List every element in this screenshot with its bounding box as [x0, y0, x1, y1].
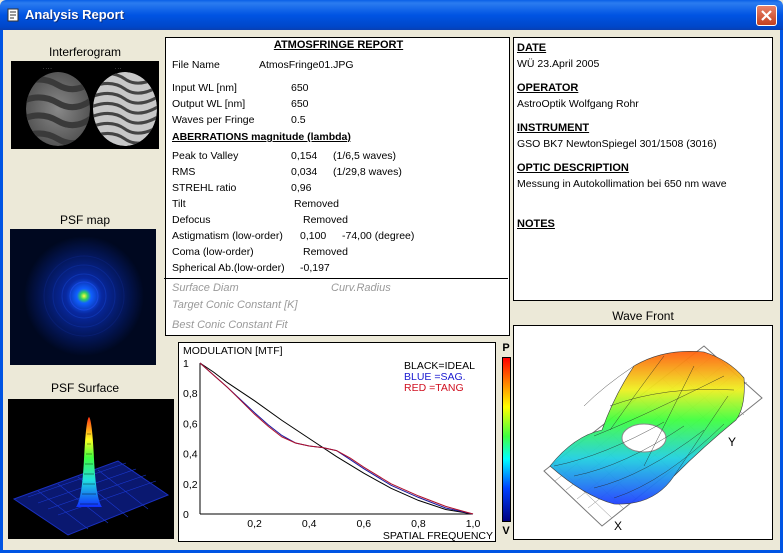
ptv-label: Peak to Valley — [172, 150, 239, 162]
coma-value: Removed — [303, 246, 348, 258]
mtf-x-axis-label: SPATIAL FREQUENCY — [383, 530, 493, 541]
curv-radius-label: Curv.Radius — [331, 282, 391, 294]
instrument-value: GSO BK7 NewtonSpiegel 301/1508 (3016) — [517, 138, 717, 150]
spherical-label: Spherical Ab.(low-order) — [172, 262, 285, 274]
mtf-title: MODULATION [MTF] — [183, 345, 283, 357]
wave-front-y-label: Y — [728, 435, 736, 449]
strehl-value: 0,96 — [291, 182, 312, 194]
mtf-y-tick-label: 1 — [183, 358, 189, 370]
file-name-value: AtmosFringe01.JPG — [259, 59, 354, 71]
wave-front-x-label: X — [614, 519, 622, 533]
date-value: WÜ 23.April 2005 — [517, 58, 600, 70]
mtf-x-tick-label: 1,0 — [466, 518, 481, 530]
mtf-x-tick-label: 0,8 — [411, 518, 426, 530]
input-wl-value: 650 — [291, 82, 309, 94]
mtf-legend-entry: RED =TANG — [404, 382, 464, 394]
waves-per-fringe-label: Waves per Fringe — [172, 114, 255, 126]
svg-text:· · · ·: · · · · — [43, 66, 52, 71]
report-panel: ATMOSFRINGE REPORT File Name AtmosFringe… — [164, 37, 510, 336]
mtf-y-tick-label: 0 — [183, 509, 189, 521]
psf-surface-label: PSF Surface — [50, 381, 120, 395]
notes-heading: NOTES — [517, 218, 555, 230]
mtf-chart: MODULATION [MTF] 0 0,2 0,4 0,6 0,8 1 0,2 0,4 0,6 0… — [183, 345, 493, 542]
close-icon — [761, 10, 772, 21]
psf-map-label: PSF map — [59, 213, 110, 227]
mtf-x-tick-label: 0,6 — [356, 518, 371, 530]
astigmatism-value: 0,100 — [300, 230, 327, 242]
mtf-x-tick-label: 0,2 — [247, 518, 262, 530]
colorbar-peak-label: P — [502, 342, 510, 354]
astigmatism-angle: -74,00 (degree) — [342, 230, 415, 242]
wave-front-panel: Y X — [513, 325, 773, 540]
colorbar-valley-label: V — [502, 525, 510, 537]
interferogram-image: · · · · · · · — [11, 61, 159, 149]
mtf-y-tick-label: 0,8 — [183, 388, 198, 400]
output-wl-value: 650 — [291, 98, 309, 110]
operator-value: AstroOptik Wolfgang Rohr — [517, 98, 639, 110]
waves-per-fringe-value: 0.5 — [291, 114, 306, 126]
surface-diam-label: Surface Diam — [172, 282, 239, 294]
window-titlebar[interactable]: Analysis Report — [0, 0, 783, 30]
svg-text:· · ·: · · · — [115, 66, 121, 71]
report-title: ATMOSFRINGE REPORT — [273, 39, 404, 51]
report-divider — [164, 278, 508, 279]
mtf-x-tick-label: 0,4 — [302, 518, 317, 530]
aberrations-heading: ABERRATIONS magnitude (lambda) — [172, 131, 351, 143]
spherical-value: -0,197 — [300, 262, 330, 274]
interferogram-label: Interferogram — [48, 45, 122, 59]
date-heading: DATE — [517, 42, 547, 54]
mtf-y-tick-label: 0,2 — [183, 479, 198, 491]
colorbar-gradient — [502, 357, 511, 522]
defocus-value: Removed — [303, 214, 348, 226]
output-wl-label: Output WL [nm] — [172, 98, 246, 110]
info-panel: DATE WÜ 23.April 2005 OPERATOR AstroOpti… — [513, 37, 773, 301]
mtf-y-tick-label: 0,6 — [183, 418, 198, 430]
window-title: Analysis Report — [25, 7, 124, 22]
instrument-heading: INSTRUMENT — [517, 122, 590, 134]
wave-front-surface: Y X — [543, 345, 763, 533]
psf-map-image — [10, 229, 156, 365]
best-conic-label: Best Conic Constant Fit — [172, 319, 288, 331]
coma-label: Coma (low-order) — [172, 246, 254, 258]
psf-surface-image — [8, 399, 174, 539]
ptv-value: 0,154 — [291, 150, 318, 162]
input-wl-label: Input WL [nm] — [172, 82, 237, 94]
wave-front-label: Wave Front — [612, 309, 674, 323]
strehl-label: STREHL ratio — [172, 182, 237, 194]
optic-description-heading: OPTIC DESCRIPTION — [517, 162, 629, 174]
target-conic-label: Target Conic Constant [K] — [172, 299, 298, 311]
rms-value: 0,034 — [291, 166, 318, 178]
optic-description-value: Messung in Autokollimation bei 650 nm wa… — [517, 178, 727, 190]
tilt-value: Removed — [294, 198, 339, 210]
mtf-chart-panel: MODULATION [MTF] 0 0,2 0,4 0,6 0,8 1 0,2 0,4 0,6 0… — [178, 342, 496, 542]
rms-label: RMS — [172, 166, 196, 178]
defocus-label: Defocus — [172, 214, 211, 226]
close-button[interactable] — [756, 5, 777, 26]
rms-waves: (1/29,8 waves) — [333, 166, 402, 178]
ptv-waves: (1/6,5 waves) — [333, 150, 397, 162]
tilt-label: Tilt — [172, 198, 186, 210]
report-window-icon — [7, 8, 19, 22]
mtf-y-tick-label: 0,4 — [183, 449, 198, 461]
operator-heading: OPERATOR — [517, 82, 579, 94]
file-name-label: File Name — [172, 59, 220, 71]
astigmatism-label: Astigmatism (low-order) — [172, 230, 283, 242]
